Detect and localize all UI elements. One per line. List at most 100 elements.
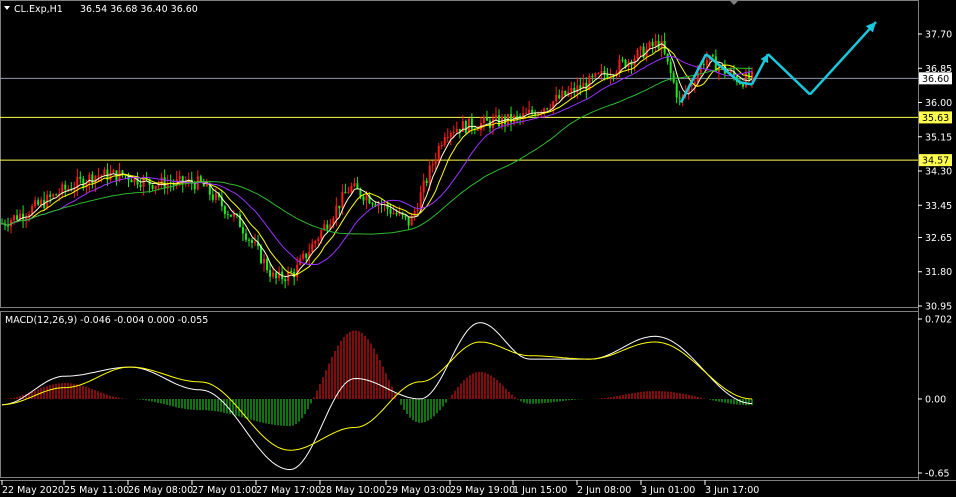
candle-body (305, 253, 308, 259)
candle-body (467, 118, 470, 133)
candle-body (49, 194, 52, 197)
candle-body (491, 118, 494, 128)
candle-body (223, 206, 226, 215)
time-tick-label: 3 Jun 01:00 (641, 485, 695, 496)
candle-body (320, 230, 323, 239)
candle-body (525, 112, 528, 114)
candle-body (229, 214, 232, 217)
candle-body (654, 40, 657, 47)
macd-pane-frame (0, 311, 919, 478)
window-shift-marker-icon[interactable] (729, 0, 739, 5)
time-tick-label: 29 May 19:00 (450, 485, 515, 496)
candle-body (269, 270, 272, 277)
candle-body (37, 200, 40, 205)
candle-body (702, 63, 705, 65)
horizontal-lines[interactable]: 35.63 34.57 36.60 (0, 72, 952, 167)
macd-tick-label: 0.702 (925, 315, 952, 326)
candle-body (326, 224, 329, 230)
candle-body (251, 240, 253, 243)
candle-body (371, 203, 374, 205)
candle-body (88, 174, 91, 184)
candle-body (431, 164, 434, 166)
price-tick-label: 32.65 (925, 233, 952, 244)
candle-body (434, 159, 437, 165)
candle-body (266, 258, 269, 271)
candle-body (344, 191, 347, 194)
candle-body (226, 214, 229, 216)
candle-body (422, 180, 425, 193)
time-tick-label: 1 Jun 15:00 (513, 485, 567, 496)
candle-body (311, 243, 314, 253)
candle-body (600, 70, 603, 74)
symbol-caption: CL.Exp,H1 (14, 4, 63, 15)
ohlc-values: 36.54 36.68 36.40 36.60 (80, 4, 198, 15)
candle-body (314, 241, 317, 244)
candle-body (531, 109, 534, 113)
candle-body (341, 191, 344, 209)
time-tick-label: 25 May 11:00 (64, 485, 129, 496)
candle-body (109, 172, 112, 180)
candle-body (79, 177, 82, 179)
candle-body (232, 213, 235, 217)
price-tick-label: 30.95 (925, 302, 952, 313)
candle-body (112, 170, 115, 173)
candle-body (443, 137, 446, 146)
time-axis: 22 May 2020 25 May 11:0026 May 08:0027 Ma… (1, 480, 759, 496)
candle-body (362, 196, 365, 201)
candle-body (678, 97, 681, 99)
candle-body (272, 272, 275, 277)
candle-body (476, 130, 479, 132)
candle-body (392, 212, 395, 214)
candle-body (618, 59, 621, 73)
macd-caption: MACD(12,26,9) -0.046 -0.004 0.000 -0.055 (5, 315, 208, 326)
candle-body (555, 95, 558, 102)
candle-body (711, 55, 714, 57)
candle-body (353, 183, 356, 187)
candle-body (729, 70, 732, 73)
candle-body (211, 194, 214, 200)
candle-body (178, 176, 181, 180)
candle-body (497, 115, 500, 127)
candle-body (365, 195, 368, 201)
time-tick-label: 27 May 17:00 (256, 485, 321, 496)
candle-body (425, 180, 428, 183)
candle-body (651, 42, 654, 47)
candle-body (561, 90, 564, 99)
candle-body (416, 209, 419, 212)
candle-body (452, 132, 455, 134)
candle-body (130, 179, 133, 183)
candle-body (407, 216, 410, 226)
candle-body (558, 95, 561, 99)
candle-body (247, 239, 250, 241)
candle-body (597, 73, 600, 75)
candle-body (428, 165, 431, 183)
candle-body (350, 186, 353, 193)
dropdown-triangle-icon[interactable] (4, 6, 10, 10)
candle-body (485, 117, 488, 121)
candle-body (317, 238, 320, 242)
candle-body (494, 115, 497, 119)
candle-body (648, 42, 651, 49)
current-price-label: 36.60 (922, 74, 949, 85)
candle-body (193, 183, 196, 190)
candle-body (103, 169, 106, 176)
candle-body (621, 59, 624, 61)
candle-body (290, 271, 293, 273)
price-tick-label: 35.15 (925, 132, 952, 143)
candle-body (97, 175, 100, 177)
candle-body (13, 215, 16, 221)
candle-body (751, 71, 753, 80)
macd-tick-label: 0.00 (925, 394, 946, 405)
candle-body (606, 74, 609, 79)
candle-body (639, 46, 642, 50)
candle-body (55, 194, 58, 196)
candle-body (241, 227, 244, 234)
price-tick-label: 34.30 (925, 167, 952, 178)
chart-canvas: CL.Exp,H1 36.54 36.68 36.40 36.60 35.633… (0, 0, 956, 496)
candle-body (64, 184, 67, 190)
candle-body (705, 59, 708, 65)
candle-body (564, 90, 567, 96)
candle-body (260, 246, 263, 264)
candle-body (244, 233, 247, 240)
price-axis: 37.70 36.85 36.00 35.15 34.30 33.45 32.65 31.80… (918, 30, 952, 313)
